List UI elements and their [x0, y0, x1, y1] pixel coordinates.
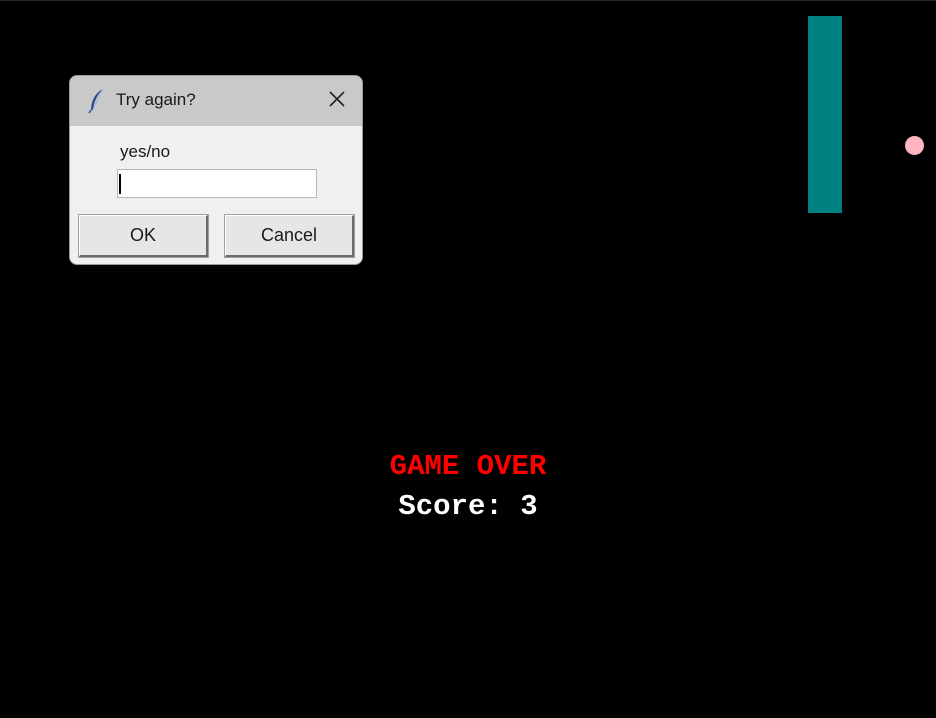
game-over-text: GAME OVER	[389, 450, 547, 483]
close-button[interactable]	[312, 76, 362, 126]
ok-button[interactable]: OK	[79, 215, 208, 257]
text-caret	[119, 174, 121, 194]
dialog-title: Try again?	[116, 90, 196, 109]
close-icon	[328, 90, 346, 113]
paddle	[808, 16, 842, 213]
feather-icon	[88, 88, 106, 114]
ball	[905, 136, 924, 155]
prompt-label: yes/no	[120, 142, 171, 161]
cancel-button[interactable]: Cancel	[225, 215, 354, 257]
try-again-dialog: Try again? yes/no OK Cancel	[69, 75, 363, 265]
answer-input[interactable]	[117, 169, 317, 198]
dialog-titlebar[interactable]: Try again?	[70, 76, 362, 126]
score-text: Score: 3	[398, 490, 538, 523]
